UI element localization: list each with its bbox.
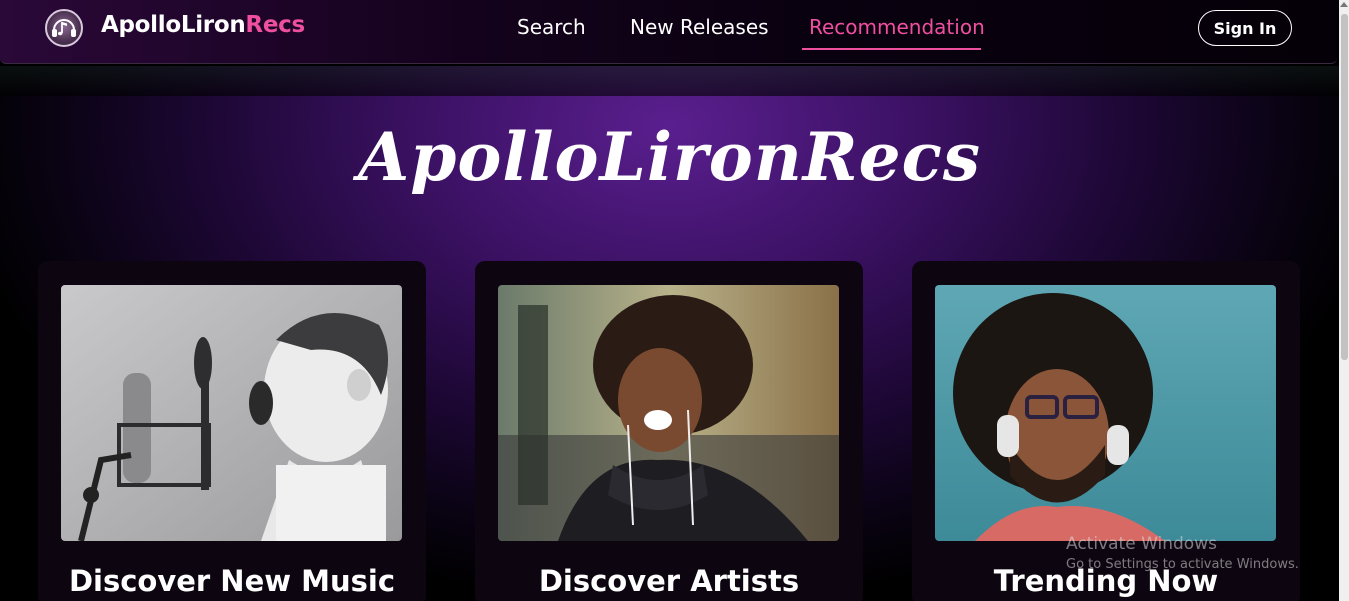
active-nav-underline bbox=[802, 48, 981, 50]
card-discover-artists[interactable]: Discover Artists bbox=[475, 261, 863, 601]
man-with-headphones-photo bbox=[935, 285, 1276, 541]
scrollbar-thumb[interactable] bbox=[1341, 14, 1348, 360]
scroll-up-arrow-icon[interactable] bbox=[1340, 2, 1348, 7]
woman-with-earphones-singing-photo bbox=[498, 285, 839, 541]
headphones-music-note-icon[interactable] bbox=[45, 9, 83, 47]
nav-link-search[interactable]: Search bbox=[517, 15, 586, 39]
card-title: Discover New Music bbox=[68, 564, 396, 598]
boy-singing-into-microphone-photo bbox=[61, 285, 402, 541]
page: ApolloLironRecs Search New Releases Reco… bbox=[0, 0, 1349, 601]
card-discover-new-music[interactable]: Discover New Music bbox=[38, 261, 426, 601]
sign-in-button[interactable]: Sign In bbox=[1198, 10, 1292, 46]
hero-top-band bbox=[0, 66, 1339, 96]
brand-logo-text[interactable]: ApolloLironRecs bbox=[101, 12, 305, 38]
activate-windows-title: Activate Windows bbox=[1066, 534, 1217, 554]
hero-section: ApolloLironRecs Discover New Music Disco… bbox=[0, 66, 1339, 601]
nav-link-recommendation[interactable]: Recommendation bbox=[809, 15, 985, 39]
brand-accent: Recs bbox=[245, 12, 305, 38]
nav-link-new-releases[interactable]: New Releases bbox=[630, 15, 769, 39]
top-navbar: ApolloLironRecs Search New Releases Reco… bbox=[0, 0, 1337, 64]
hero-title: ApolloLironRecs bbox=[358, 118, 981, 196]
activate-windows-subtitle: Go to Settings to activate Windows. bbox=[1066, 557, 1299, 572]
card-title: Discover Artists bbox=[538, 564, 800, 598]
brand-main: ApolloLiron bbox=[101, 12, 246, 38]
